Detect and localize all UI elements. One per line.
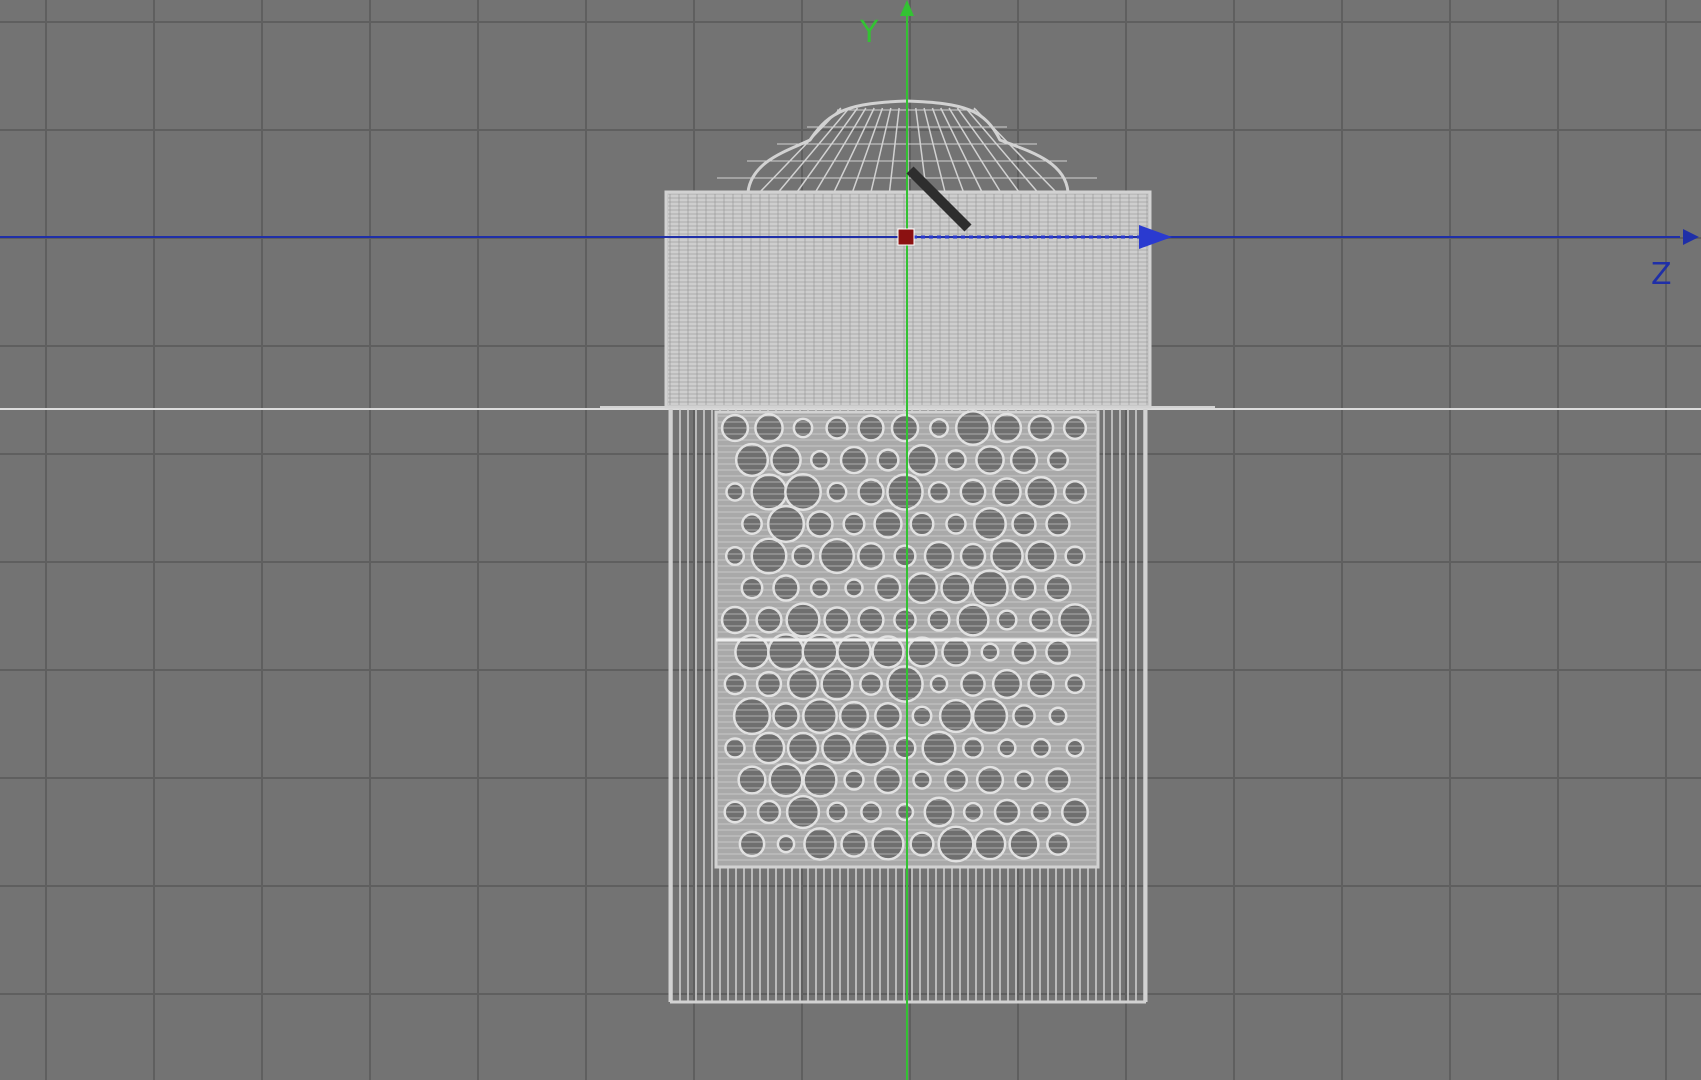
move-pivot-icon[interactable]	[897, 228, 915, 246]
z-axis-arrow-icon[interactable]	[1683, 229, 1699, 245]
y-axis-label: Y	[859, 15, 879, 50]
z-axis-label: Z	[1651, 257, 1672, 292]
y-axis-arrow-icon[interactable]	[900, 0, 914, 16]
z-move-handle-icon[interactable]	[1139, 225, 1172, 249]
3d-viewport[interactable]: Z Y	[0, 0, 1701, 1080]
viewport-canvas[interactable]: Z Y	[0, 0, 1701, 1080]
